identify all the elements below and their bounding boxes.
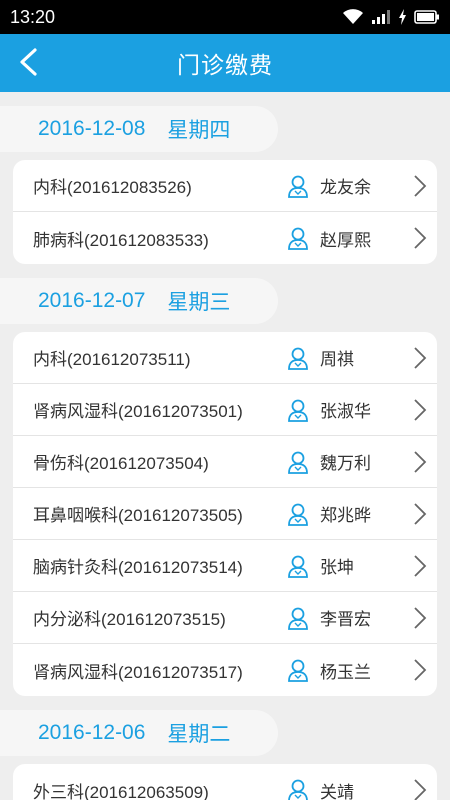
person-icon bbox=[287, 554, 309, 578]
chevron-right-icon bbox=[414, 503, 427, 525]
date-section: 2016-12-06 星期二 外三科(201612063509) 关靖 bbox=[0, 710, 450, 800]
date-text: 2016-12-08 bbox=[38, 117, 146, 140]
doctor-name: 魏万利 bbox=[320, 454, 371, 474]
doctor-name: 龙友余 bbox=[320, 178, 371, 198]
date-section: 2016-12-08 星期四 内科(201612083526) 龙友余 肺病科(… bbox=[0, 106, 450, 264]
date-header: 2016-12-06 星期二 bbox=[0, 710, 278, 756]
person-icon bbox=[287, 226, 309, 250]
chevron-right-icon bbox=[414, 451, 427, 473]
person-icon bbox=[287, 174, 309, 198]
visit-row[interactable]: 肺病科(201612083533) 赵厚熙 bbox=[13, 212, 437, 264]
app-header: 门诊缴费 bbox=[0, 34, 450, 92]
person-icon bbox=[287, 606, 309, 630]
visit-row[interactable]: 肾病风湿科(201612073501) 张淑华 bbox=[13, 384, 437, 436]
department-label: 肾病风湿科(201612073517) bbox=[33, 662, 243, 682]
department-label: 脑病针灸科(201612073514) bbox=[33, 558, 243, 577]
chevron-right-icon bbox=[414, 607, 427, 629]
payment-list[interactable]: 2016-12-08 星期四 内科(201612083526) 龙友余 肺病科(… bbox=[0, 92, 450, 800]
department-label: 内分泌科(201612073515) bbox=[33, 610, 226, 629]
department-label: 内科(201612073511) bbox=[33, 350, 191, 369]
department-label: 骨伤科(201612073504) bbox=[33, 454, 209, 473]
chevron-right-icon bbox=[414, 227, 427, 249]
doctor-name: 张坤 bbox=[320, 558, 354, 578]
chevron-right-icon bbox=[414, 399, 427, 421]
visit-row[interactable]: 脑病针灸科(201612073514) 张坤 bbox=[13, 540, 437, 592]
doctor-name: 张淑华 bbox=[320, 402, 371, 422]
chevron-right-icon bbox=[414, 555, 427, 577]
visit-row[interactable]: 耳鼻咽喉科(201612073505) 郑兆晔 bbox=[13, 488, 437, 540]
page-title: 门诊缴费 bbox=[177, 53, 273, 79]
visit-row[interactable]: 骨伤科(201612073504) 魏万利 bbox=[13, 436, 437, 488]
department-label: 肾病风湿科(201612073501) bbox=[33, 402, 243, 421]
status-time: 13:20 bbox=[10, 6, 56, 27]
visit-row[interactable]: 内科(201612073511) 周祺 bbox=[13, 332, 437, 384]
doctor-name: 杨玉兰 bbox=[320, 662, 371, 683]
doctor-name: 周祺 bbox=[320, 350, 354, 370]
battery-icon bbox=[414, 10, 439, 24]
status-bar: 13:20 bbox=[0, 0, 450, 34]
person-icon bbox=[287, 450, 309, 474]
date-section: 2016-12-07 星期三 内科(201612073511) 周祺 肾病风湿科… bbox=[0, 278, 450, 696]
department-label: 肺病科(201612083533) bbox=[33, 230, 209, 250]
doctor-name: 赵厚熙 bbox=[320, 230, 371, 251]
chevron-right-icon bbox=[414, 659, 427, 681]
person-icon bbox=[287, 778, 309, 800]
person-icon bbox=[287, 398, 309, 422]
weekday-text: 星期四 bbox=[167, 119, 231, 142]
visit-row[interactable]: 内分泌科(201612073515) 李晋宏 bbox=[13, 592, 437, 644]
chevron-right-icon bbox=[414, 347, 427, 369]
visit-card: 外三科(201612063509) 关靖 bbox=[13, 764, 437, 800]
doctor-name: 郑兆晔 bbox=[320, 506, 371, 526]
date-header: 2016-12-07 星期三 bbox=[0, 278, 278, 324]
doctor-name: 李晋宏 bbox=[320, 610, 371, 630]
visit-row[interactable]: 内科(201612083526) 龙友余 bbox=[13, 160, 437, 212]
weekday-text: 星期三 bbox=[167, 291, 231, 314]
department-label: 外三科(201612063509) bbox=[33, 782, 209, 800]
person-icon bbox=[287, 346, 309, 370]
visit-row[interactable]: 外三科(201612063509) 关靖 bbox=[13, 764, 437, 800]
doctor-name: 关靖 bbox=[320, 782, 354, 800]
date-text: 2016-12-06 bbox=[38, 721, 146, 744]
person-icon bbox=[287, 502, 309, 526]
department-label: 内科(201612083526) bbox=[33, 178, 192, 197]
chevron-right-icon bbox=[414, 779, 427, 800]
visit-row[interactable]: 肾病风湿科(201612073517) 杨玉兰 bbox=[13, 644, 437, 696]
person-icon bbox=[287, 658, 309, 682]
visit-card: 内科(201612083526) 龙友余 肺病科(201612083533) 赵… bbox=[13, 160, 437, 264]
department-label: 耳鼻咽喉科(201612073505) bbox=[33, 506, 243, 525]
charging-icon bbox=[399, 9, 406, 25]
chevron-right-icon bbox=[414, 175, 427, 197]
visit-card: 内科(201612073511) 周祺 肾病风湿科(201612073501) … bbox=[13, 332, 437, 696]
weekday-text: 星期二 bbox=[167, 723, 231, 746]
back-button[interactable] bbox=[8, 42, 48, 82]
wifi-icon bbox=[343, 9, 363, 24]
status-icons bbox=[342, 9, 440, 25]
signal-icon bbox=[372, 10, 390, 24]
date-header: 2016-12-08 星期四 bbox=[0, 106, 278, 152]
chevron-left-icon bbox=[20, 48, 37, 76]
date-text: 2016-12-07 bbox=[38, 289, 146, 312]
